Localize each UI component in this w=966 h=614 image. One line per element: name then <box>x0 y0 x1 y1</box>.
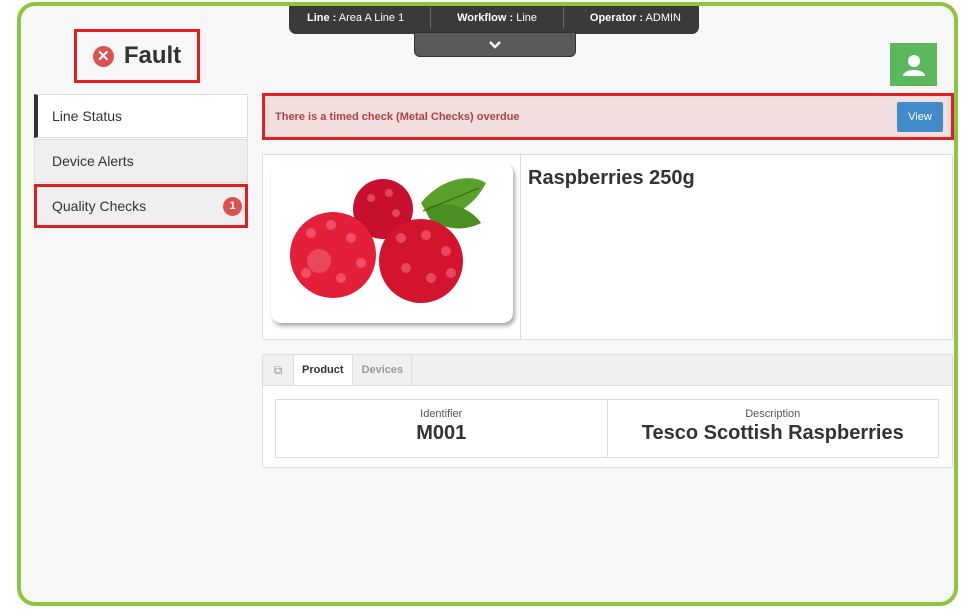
tab-product[interactable]: Product <box>293 354 353 385</box>
product-panel: Raspberries 250g <box>262 154 953 340</box>
workflow-info: Workflow : Line <box>457 12 537 24</box>
description-field: Description Tesco Scottish Raspberries <box>606 400 939 457</box>
copy-icon[interactable]: ⧉ <box>263 355 293 385</box>
description-label: Description <box>745 408 801 420</box>
line-info-bar: Line : Area A Line 1 Workflow : Line Ope… <box>289 6 699 34</box>
product-details-panel: ⧉ Product Devices Identifier M001 Descri… <box>262 354 953 468</box>
sidebar-item-quality-checks[interactable]: Quality Checks 1 <box>34 184 248 228</box>
sidebar-item-device-alerts[interactable]: Device Alerts <box>34 139 248 183</box>
times-circle-icon: ✕ <box>92 45 114 67</box>
sidebar: Line Status Device Alerts Quality Checks… <box>34 94 248 229</box>
identifier-value: M001 <box>416 422 467 444</box>
sidebar-item-label: Quality Checks <box>52 198 147 214</box>
alert-message: There is a timed check (Metal Checks) ov… <box>275 110 520 123</box>
overdue-alert: There is a timed check (Metal Checks) ov… <box>262 93 954 140</box>
sidebar-item-line-status[interactable]: Line Status <box>34 94 248 138</box>
view-button[interactable]: View <box>897 101 943 132</box>
product-image-cell <box>263 155 521 339</box>
sidebar-item-label: Device Alerts <box>52 153 134 169</box>
identifier-label: Identifier <box>420 408 463 420</box>
raspberries-image <box>290 178 486 303</box>
operator-info: Operator : ADMIN <box>589 12 681 24</box>
line-info: Line : Area A Line 1 <box>306 12 405 24</box>
product-name: Raspberries 250g <box>528 167 695 189</box>
count-badge: 1 <box>223 197 242 216</box>
app-frame: Line : Area A Line 1 Workflow : Line Ope… <box>17 2 958 606</box>
expand-info-button[interactable] <box>414 32 576 57</box>
status-indicator: ✕ Fault <box>74 29 200 83</box>
tab-devices[interactable]: Devices <box>353 354 413 385</box>
identifier-field: Identifier M001 <box>276 400 607 457</box>
chevron-down-icon <box>489 40 501 49</box>
product-fields: Identifier M001 Description Tesco Scotti… <box>275 399 939 458</box>
product-image <box>271 163 513 323</box>
status-label: Fault <box>123 42 182 69</box>
user-icon <box>902 54 925 76</box>
details-tabbar: ⧉ Product Devices <box>263 354 952 386</box>
description-value: Tesco Scottish Raspberries <box>641 422 904 444</box>
user-button[interactable] <box>890 43 937 86</box>
sidebar-item-label: Line Status <box>52 108 123 124</box>
